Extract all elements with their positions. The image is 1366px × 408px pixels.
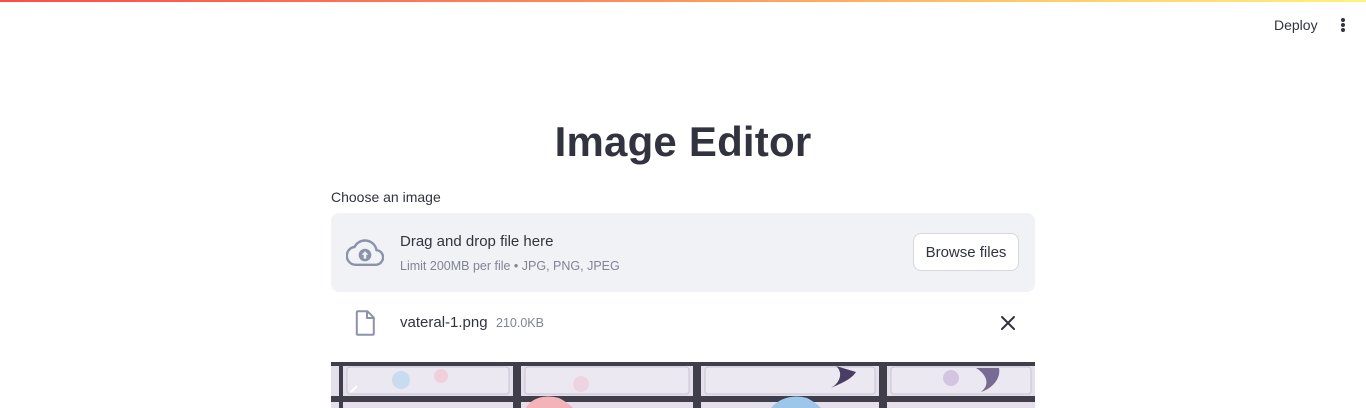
- dropzone-title: Drag and drop file here: [400, 233, 554, 250]
- close-icon[interactable]: [999, 314, 1017, 332]
- deploy-button[interactable]: Deploy: [1264, 15, 1328, 35]
- page-title: Image Editor: [554, 118, 812, 165]
- cloud-upload-icon: [346, 239, 384, 266]
- app-header: Deploy: [0, 2, 1366, 46]
- dropzone-limit-text: Limit 200MB per file • JPG, PNG, JPEG: [400, 259, 620, 273]
- preview-artwork: [331, 362, 1035, 408]
- image-preview: [331, 362, 1035, 408]
- browse-files-button[interactable]: Browse files: [913, 233, 1019, 271]
- uploaded-file-item: vateral-1.png 210.0KB: [331, 300, 1035, 346]
- menu-dot: [1341, 28, 1345, 32]
- menu-dot: [1341, 18, 1345, 22]
- file-dropzone[interactable]: Drag and drop file here Limit 200MB per …: [331, 213, 1035, 292]
- file-icon: [355, 310, 375, 336]
- menu-dot: [1341, 23, 1345, 27]
- more-vertical-icon[interactable]: [1336, 16, 1350, 34]
- file-name: vateral-1.png: [400, 314, 488, 331]
- uploader-label: Choose an image: [331, 189, 441, 205]
- file-size: 210.0KB: [496, 316, 544, 330]
